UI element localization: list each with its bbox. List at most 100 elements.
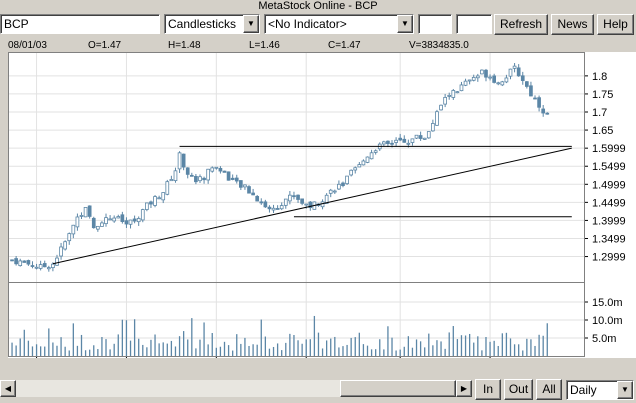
news-button[interactable]: News bbox=[551, 14, 594, 35]
zoom-out-button[interactable]: Out bbox=[504, 379, 533, 400]
info-date: 08/01/03 bbox=[8, 40, 47, 51]
triangle-right-icon[interactable]: ▶ bbox=[456, 380, 472, 397]
candle-body bbox=[488, 76, 492, 79]
chevron-down-icon[interactable]: ▼ bbox=[243, 15, 259, 33]
candle-body bbox=[153, 196, 157, 206]
candle-body bbox=[104, 217, 108, 225]
candle-body bbox=[341, 182, 345, 186]
price-tick-label: 1.75 bbox=[592, 89, 613, 101]
candle-body bbox=[435, 111, 439, 126]
candle-body bbox=[386, 140, 390, 145]
candle-body bbox=[459, 84, 464, 92]
info-volume: V=3834835.0 bbox=[409, 40, 469, 51]
candle-body bbox=[439, 104, 443, 111]
candle-body bbox=[136, 218, 141, 223]
candle-body bbox=[353, 167, 358, 171]
candle-body bbox=[96, 225, 100, 230]
candle-body bbox=[63, 241, 68, 250]
candle-body bbox=[46, 267, 51, 270]
candle-body bbox=[451, 90, 456, 98]
candle-body bbox=[365, 156, 370, 163]
chart-type-select[interactable]: Candlesticks ▼ bbox=[164, 14, 260, 34]
candle-body bbox=[328, 189, 333, 194]
candle-body bbox=[422, 137, 427, 140]
candle-body bbox=[55, 257, 59, 266]
candle-body bbox=[447, 94, 452, 97]
period-select[interactable]: Daily ▼ bbox=[566, 380, 634, 400]
candle-body bbox=[165, 181, 170, 195]
chevron-down-icon[interactable]: ▼ bbox=[397, 15, 413, 33]
candle-body bbox=[516, 67, 521, 77]
parameter-field-a[interactable] bbox=[418, 14, 452, 34]
candle-body bbox=[71, 224, 76, 235]
candle-body bbox=[512, 65, 517, 69]
candle-body bbox=[300, 198, 304, 204]
candle-body bbox=[14, 258, 18, 265]
candle-body bbox=[361, 160, 366, 166]
info-low: L=1.46 bbox=[249, 40, 280, 51]
candle-body bbox=[283, 198, 288, 206]
candle-body bbox=[243, 184, 247, 188]
candle-body bbox=[177, 152, 182, 170]
price-tick-label: 1.4499 bbox=[592, 197, 626, 209]
price-tick-label: 1.3999 bbox=[592, 215, 626, 227]
candle-body bbox=[292, 195, 296, 198]
candle-body bbox=[263, 201, 268, 208]
candle-body bbox=[128, 219, 133, 225]
candle-body bbox=[202, 177, 206, 181]
candle-body bbox=[259, 201, 264, 204]
candle-body bbox=[520, 75, 525, 81]
time-scrollbar-thumb[interactable] bbox=[340, 380, 456, 397]
price-tick-label: 1.4999 bbox=[592, 179, 626, 191]
refresh-button[interactable]: Refresh bbox=[494, 14, 548, 35]
zoom-all-button[interactable]: All bbox=[536, 379, 562, 400]
help-button[interactable]: Help bbox=[597, 14, 634, 35]
price-tick-label: 1.5999 bbox=[592, 143, 626, 155]
candle-body bbox=[230, 177, 235, 180]
candle-body bbox=[116, 216, 121, 219]
candle-body bbox=[206, 168, 210, 181]
volume-tick-label: 15.0m bbox=[592, 297, 623, 309]
candle-body bbox=[275, 208, 280, 210]
price-tick-label: 1.2999 bbox=[592, 252, 626, 264]
zoom-in-button[interactable]: In bbox=[475, 379, 501, 400]
candle-body bbox=[145, 202, 149, 210]
window-title: MetaStock Online - BCP bbox=[258, 0, 378, 12]
symbol-input[interactable]: BCP bbox=[0, 14, 160, 34]
candle-body bbox=[475, 75, 480, 79]
candle-body bbox=[189, 174, 194, 177]
parameter-field-b[interactable] bbox=[456, 14, 492, 34]
candle-body bbox=[414, 134, 419, 139]
candle-body bbox=[140, 209, 145, 221]
candle-body bbox=[124, 220, 129, 225]
candle-body bbox=[431, 123, 435, 132]
candle-body bbox=[467, 79, 472, 82]
candle-body bbox=[345, 175, 349, 185]
candle-body bbox=[91, 217, 96, 229]
price-chart[interactable]: 1.8 1.75 1.7 1.65 1.5999 1.5499 1.4999 1.4499 1.… bbox=[8, 52, 636, 358]
candle-body bbox=[288, 194, 292, 202]
triangle-left-icon[interactable]: ◀ bbox=[0, 380, 16, 397]
candle-body bbox=[108, 218, 112, 221]
chevron-down-icon[interactable]: ▼ bbox=[617, 381, 633, 399]
candle-body bbox=[271, 207, 276, 211]
candle-body bbox=[214, 166, 219, 169]
candle-body bbox=[255, 196, 260, 202]
candle-body bbox=[238, 180, 243, 188]
price-tick-label: 1.5499 bbox=[592, 161, 626, 173]
candle-body bbox=[332, 190, 337, 193]
candle-body bbox=[537, 97, 541, 108]
candle-body bbox=[120, 214, 125, 222]
candle-body bbox=[194, 175, 198, 183]
candle-body bbox=[161, 192, 166, 201]
indicator-select[interactable]: <No Indicator> ▼ bbox=[264, 14, 414, 34]
candle-body bbox=[304, 203, 309, 206]
indicator-value: <No Indicator> bbox=[268, 17, 347, 31]
candle-body bbox=[471, 76, 476, 81]
candle-body bbox=[83, 206, 88, 218]
candle-body bbox=[279, 205, 284, 210]
candle-body bbox=[251, 192, 255, 196]
candle-body bbox=[349, 169, 354, 176]
price-tick-label: 1.65 bbox=[592, 125, 613, 137]
candle-body bbox=[30, 265, 35, 267]
